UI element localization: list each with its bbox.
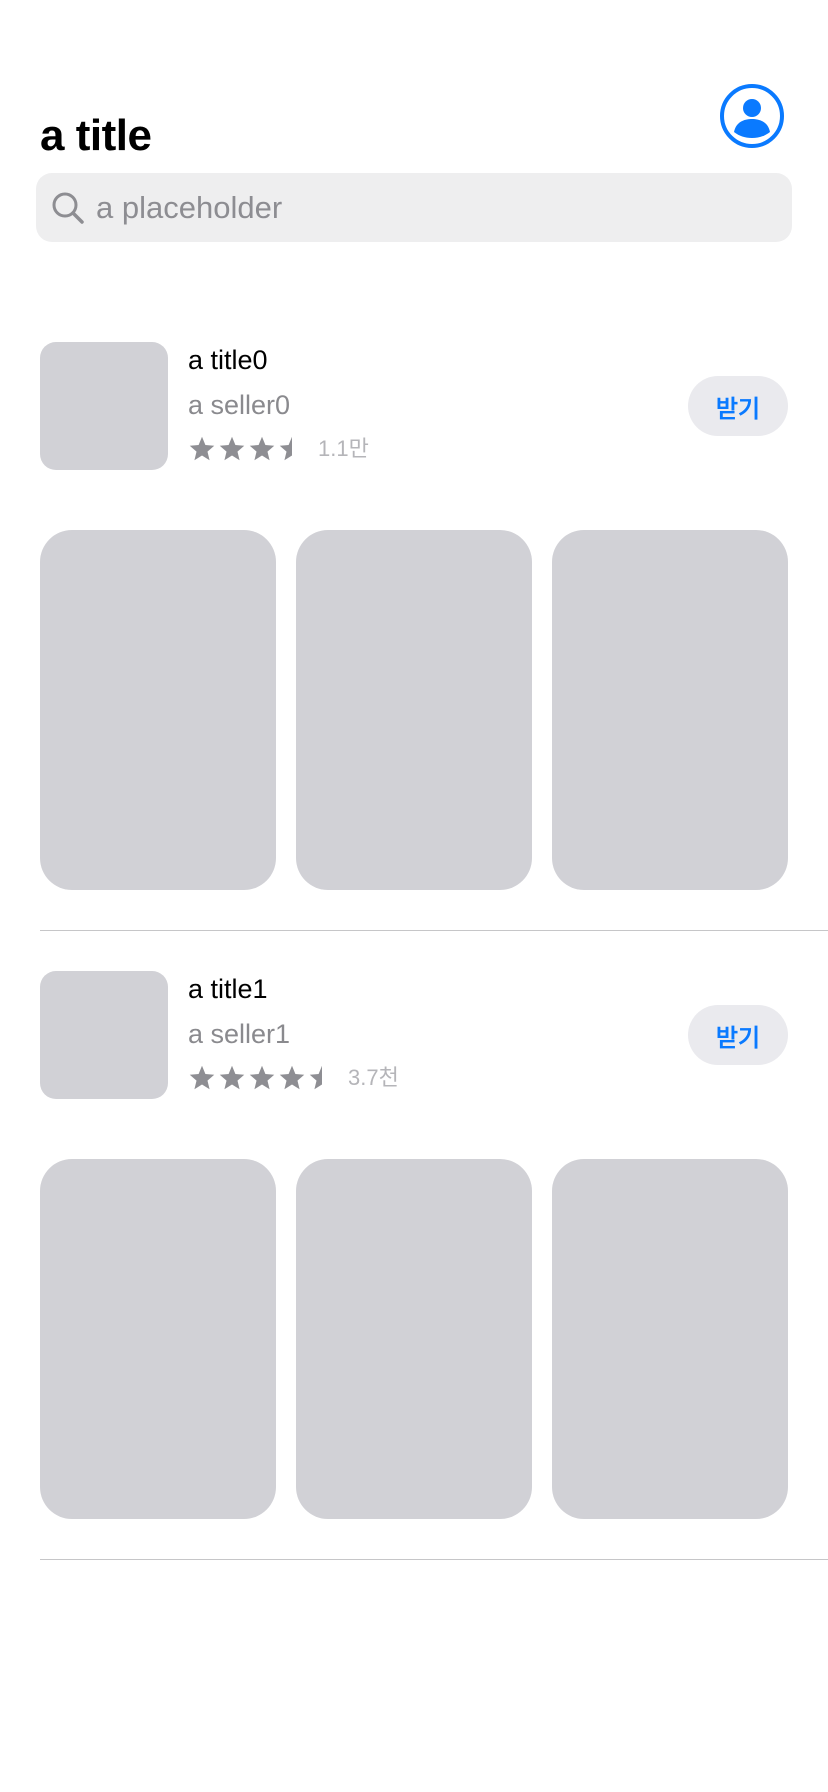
app-icon [40, 342, 168, 470]
app-rating: 1.1만 [188, 433, 369, 465]
star-filled-icon [219, 1065, 245, 1090]
get-button[interactable]: 받기 [688, 376, 788, 436]
rating-stars [188, 1064, 338, 1092]
rating-stars [188, 435, 308, 463]
star-filled-icon [249, 436, 275, 461]
app-seller: a seller1 [188, 1019, 291, 1049]
app-screenshot[interactable] [40, 530, 276, 890]
search-bar[interactable] [36, 173, 792, 242]
app-rating: 3.7천 [188, 1062, 399, 1094]
get-button[interactable]: 받기 [688, 1005, 788, 1065]
star-filled-icon [249, 1065, 275, 1090]
app-screenshot[interactable] [40, 1159, 276, 1519]
star-filled-icon [219, 436, 245, 461]
star-filled-icon [189, 436, 215, 461]
star-filled-icon [189, 1065, 215, 1090]
search-icon [52, 192, 84, 224]
search-input[interactable] [94, 173, 774, 242]
star-half-icon [309, 1065, 322, 1090]
app-list-item[interactable]: a title0 a seller0 1.1만 받기 [0, 342, 828, 971]
app-screenshot[interactable] [552, 530, 788, 890]
rating-count: 1.1만 [318, 436, 369, 461]
app-screenshot[interactable] [296, 530, 532, 890]
divider [40, 930, 828, 931]
app-screenshot[interactable] [296, 1159, 532, 1519]
rating-count: 3.7천 [348, 1065, 399, 1090]
app-icon [40, 971, 168, 1099]
page-title: a title [40, 111, 152, 161]
star-half-icon [279, 436, 292, 461]
app-title: a title1 [188, 974, 268, 1004]
account-button[interactable] [720, 84, 784, 148]
app-title: a title0 [188, 345, 268, 375]
star-filled-icon [279, 1065, 305, 1090]
person-circle-icon [734, 99, 770, 138]
app-list-item[interactable]: a title1 a seller1 3.7천 받기 [0, 971, 828, 1600]
app-seller: a seller0 [188, 390, 291, 420]
app-screenshot[interactable] [552, 1159, 788, 1519]
divider [40, 1559, 828, 1560]
